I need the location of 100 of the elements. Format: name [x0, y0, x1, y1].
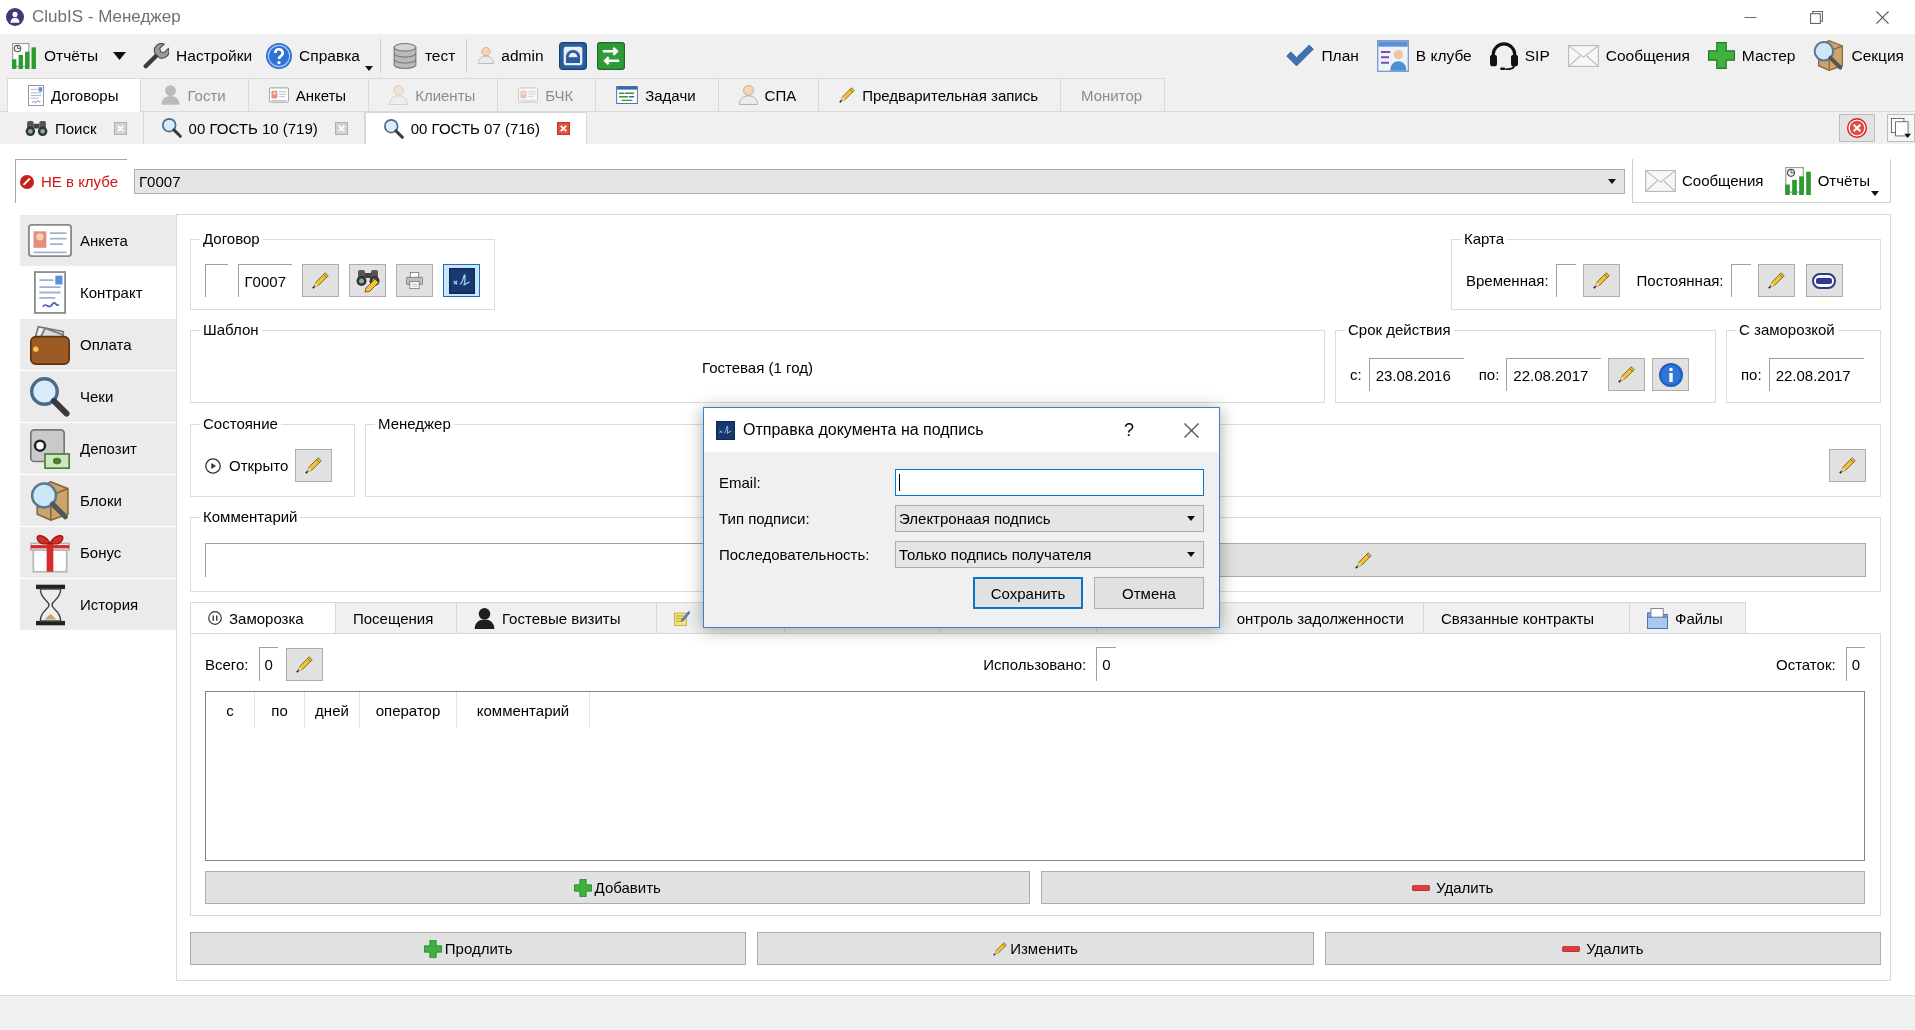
arrows-icon: [596, 41, 625, 70]
edit-button[interactable]: [1582, 264, 1620, 297]
count-field[interactable]: 0: [1096, 647, 1116, 681]
count-field[interactable]: 0: [1845, 647, 1865, 681]
sidebar-item[interactable]: Чеки: [20, 371, 176, 423]
toolbar-button[interactable]: План: [1277, 37, 1368, 74]
no-entry-icon: [20, 174, 34, 189]
info-icon: [1658, 362, 1683, 387]
safe-icon: [30, 428, 70, 469]
state-value: Открыто: [229, 457, 289, 474]
column-header[interactable]: с: [206, 692, 255, 728]
sidebar-item[interactable]: Оплата: [20, 319, 176, 371]
edit-button[interactable]: [1829, 449, 1866, 482]
sidebar-item[interactable]: Депозит: [20, 423, 176, 475]
date-field[interactable]: 23.08.2016: [1368, 358, 1464, 391]
sidebar-item[interactable]: Бонус: [20, 527, 176, 579]
toolbar-button[interactable]: В клубе: [1367, 37, 1481, 74]
close-tab-icon[interactable]: [556, 122, 570, 135]
close-all-button[interactable]: [1839, 114, 1875, 142]
main-tab[interactable]: Анкеты: [248, 78, 370, 111]
help-button[interactable]: ?: [1109, 413, 1149, 447]
toolbar-button[interactable]: Сообщения: [1558, 37, 1699, 74]
sidebar-item[interactable]: Анкета: [20, 215, 176, 267]
box-magnifier-icon: [30, 480, 70, 521]
minimize-icon: [1743, 16, 1757, 18]
column-header[interactable]: оператор: [360, 692, 457, 728]
toolbar-button[interactable]: Мастер: [1698, 37, 1805, 74]
windows-icon: [1891, 118, 1911, 138]
toolbar-button[interactable]: тест: [384, 37, 463, 74]
date-field[interactable]: 22.08.2017: [1768, 358, 1864, 391]
toolbar-button[interactable]: admin: [471, 37, 551, 74]
main-tab[interactable]: Задачи: [596, 78, 719, 111]
detail-tab[interactable]: Посещения: [336, 602, 457, 633]
detail-tab[interactable]: Заморозка: [190, 602, 336, 633]
column-header[interactable]: по: [255, 692, 305, 728]
action-button[interactable]: Удалить: [1040, 871, 1865, 904]
detail-tab[interactable]: Связанные контракты: [1424, 602, 1630, 633]
edit-button[interactable]: [1608, 358, 1646, 391]
document-tab[interactable]: 00 ГОСТЬ 07 (716): [364, 112, 587, 144]
checkmark-icon: [1286, 44, 1315, 67]
edit-button[interactable]: [295, 449, 333, 482]
plus-icon: [423, 939, 442, 958]
column-header[interactable]: дней: [305, 692, 360, 728]
group-title: Договор: [202, 230, 261, 248]
email-field[interactable]: [895, 469, 1204, 496]
sidebar-item[interactable]: История: [20, 579, 176, 631]
dropdown-field[interactable]: Только подпись получателя: [895, 541, 1204, 568]
document-icon: [28, 85, 44, 106]
toolbar-button[interactable]: Настройки: [136, 37, 260, 74]
dropdown-field[interactable]: Электронаая подпись: [895, 505, 1204, 532]
tool-button[interactable]: [443, 264, 480, 297]
sidebar-item[interactable]: Блоки: [20, 475, 176, 527]
edit-button[interactable]: [285, 647, 323, 681]
id-card-icon: [518, 86, 539, 104]
toolbar-button[interactable]: Секция: [1804, 37, 1913, 74]
dialog-button[interactable]: Сохранить: [973, 577, 1083, 609]
play-icon: [205, 457, 221, 474]
toolbar-button[interactable]: Отчёты: [4, 37, 106, 74]
tool-button[interactable]: [349, 264, 386, 297]
field-label: Использовано:: [983, 655, 1087, 673]
windows-button[interactable]: [1887, 114, 1915, 142]
document-tab[interactable]: 00 ГОСТЬ 10 (719): [143, 112, 365, 144]
count-field[interactable]: 0: [258, 647, 278, 681]
lock-button[interactable]: [556, 39, 589, 72]
main-tab[interactable]: СПА: [718, 78, 820, 111]
dialog-button[interactable]: Отмена: [1094, 577, 1204, 609]
document-tab[interactable]: Поиск: [7, 112, 144, 144]
detail-tab[interactable]: Гостевые визиты: [457, 602, 657, 633]
info-button[interactable]: [1652, 358, 1690, 391]
toolbar-button[interactable]: SIP: [1480, 37, 1559, 74]
task-list-icon: [616, 86, 639, 104]
action-button[interactable]: Добавить: [205, 871, 1030, 904]
client-combo[interactable]: Г0007: [134, 168, 1625, 194]
action-button[interactable]: Удалить: [1324, 932, 1881, 965]
binoculars-icon: [355, 268, 380, 293]
caret-icon: [364, 65, 373, 71]
card-icon: [1812, 272, 1837, 289]
main-tab[interactable]: Договоры: [7, 78, 142, 112]
action-button[interactable]: Продлить: [190, 932, 747, 965]
document-icon: [34, 271, 66, 314]
group-title: Комментарий: [202, 508, 299, 526]
column-header[interactable]: комментарий: [457, 692, 590, 728]
toolbar-button[interactable]: Сообщения: [1643, 162, 1766, 199]
main-tab[interactable]: Предварительная запись: [819, 78, 1062, 111]
detail-tab[interactable]: Файлы: [1630, 602, 1746, 633]
field-label: Остаток:: [1776, 655, 1836, 673]
contract-number-field[interactable]: Г0007: [237, 264, 292, 297]
swap-button[interactable]: [594, 39, 627, 72]
pause-icon: [208, 611, 222, 625]
pencil-icon: [1354, 551, 1372, 569]
edit-button[interactable]: [1757, 264, 1795, 297]
caret-icon: [1187, 516, 1195, 521]
action-button[interactable]: Изменить: [757, 932, 1314, 965]
wrench-icon: [143, 42, 170, 69]
person-icon: [161, 85, 181, 105]
card-button[interactable]: [1805, 264, 1843, 297]
toolbar-button[interactable]: Отчёты: [1781, 162, 1882, 199]
group-title: Состояние: [202, 415, 279, 433]
toolbar-button[interactable]: Справка: [259, 37, 376, 74]
date-field[interactable]: 22.08.2017: [1506, 358, 1602, 391]
